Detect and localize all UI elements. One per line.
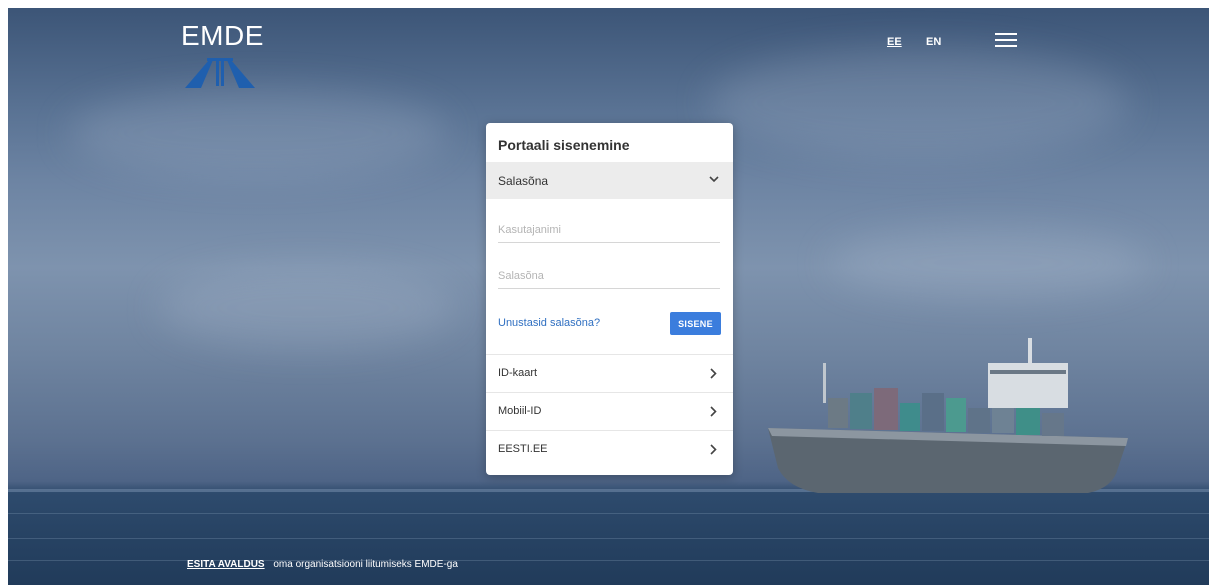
login-option-id-card[interactable]: ID-kaart — [486, 354, 733, 392]
hamburger-bar — [995, 39, 1017, 41]
cloud — [158, 268, 458, 348]
wave-line — [8, 538, 1209, 539]
hamburger-bar — [995, 33, 1017, 35]
lang-ee-link[interactable]: EE — [887, 36, 902, 48]
lang-en-link[interactable]: EN — [926, 36, 941, 48]
chevron-right-icon — [710, 406, 717, 417]
ship-bridge — [988, 363, 1068, 408]
login-option-eesti-ee[interactable]: EESTI.EE — [486, 430, 733, 468]
wave-line — [8, 513, 1209, 514]
emde-logo-icon — [185, 58, 255, 88]
cloud — [68, 88, 448, 178]
login-card: Portaali sisenemine Salasõna Unustasid s… — [486, 123, 733, 475]
container-ship-image — [768, 338, 1128, 493]
container — [828, 398, 848, 428]
submit-application-link[interactable]: ESITA AVALDUS — [187, 559, 265, 570]
login-method-selected: Salasõna — [498, 174, 549, 188]
login-option-label: Mobiil-ID — [498, 405, 542, 417]
cloud — [708, 48, 1128, 158]
login-submit-button[interactable]: SISENE — [670, 312, 721, 335]
page: EMDE EE EN Portaali sisenemine Salasõna … — [0, 0, 1209, 585]
cloud — [828, 228, 1148, 298]
logo-text: EMDE — [181, 20, 264, 51]
container — [1016, 408, 1040, 435]
mast — [823, 363, 826, 403]
container — [900, 403, 920, 431]
chevron-right-icon — [710, 444, 717, 455]
container — [968, 408, 990, 433]
chevron-right-icon — [710, 368, 717, 379]
login-title: Portaali sisenemine — [498, 137, 630, 153]
login-option-label: ID-kaart — [498, 367, 538, 379]
password-input[interactable] — [498, 268, 720, 289]
username-input[interactable] — [498, 222, 720, 243]
hamburger-menu-icon[interactable] — [995, 33, 1017, 49]
login-method-select[interactable]: Salasõna — [486, 162, 733, 199]
container — [946, 398, 966, 432]
emde-logo[interactable]: EMDE — [181, 20, 264, 90]
chevron-down-icon — [709, 176, 719, 183]
login-option-label: EESTI.EE — [498, 443, 548, 455]
hamburger-bar — [995, 45, 1017, 47]
container — [922, 393, 944, 431]
container — [874, 388, 898, 430]
bridge-window — [990, 370, 1066, 374]
forgot-password-link[interactable]: Unustasid salasõna? — [498, 317, 600, 329]
mast — [1028, 338, 1032, 366]
footer-note: ESITA AVALDUS oma organisatsiooni liitum… — [187, 559, 458, 570]
footer-text: oma organisatsiooni liitumiseks EMDE-ga — [273, 559, 458, 570]
container — [850, 393, 872, 429]
container — [1042, 413, 1064, 436]
login-option-mobile-id[interactable]: Mobiil-ID — [486, 392, 733, 430]
